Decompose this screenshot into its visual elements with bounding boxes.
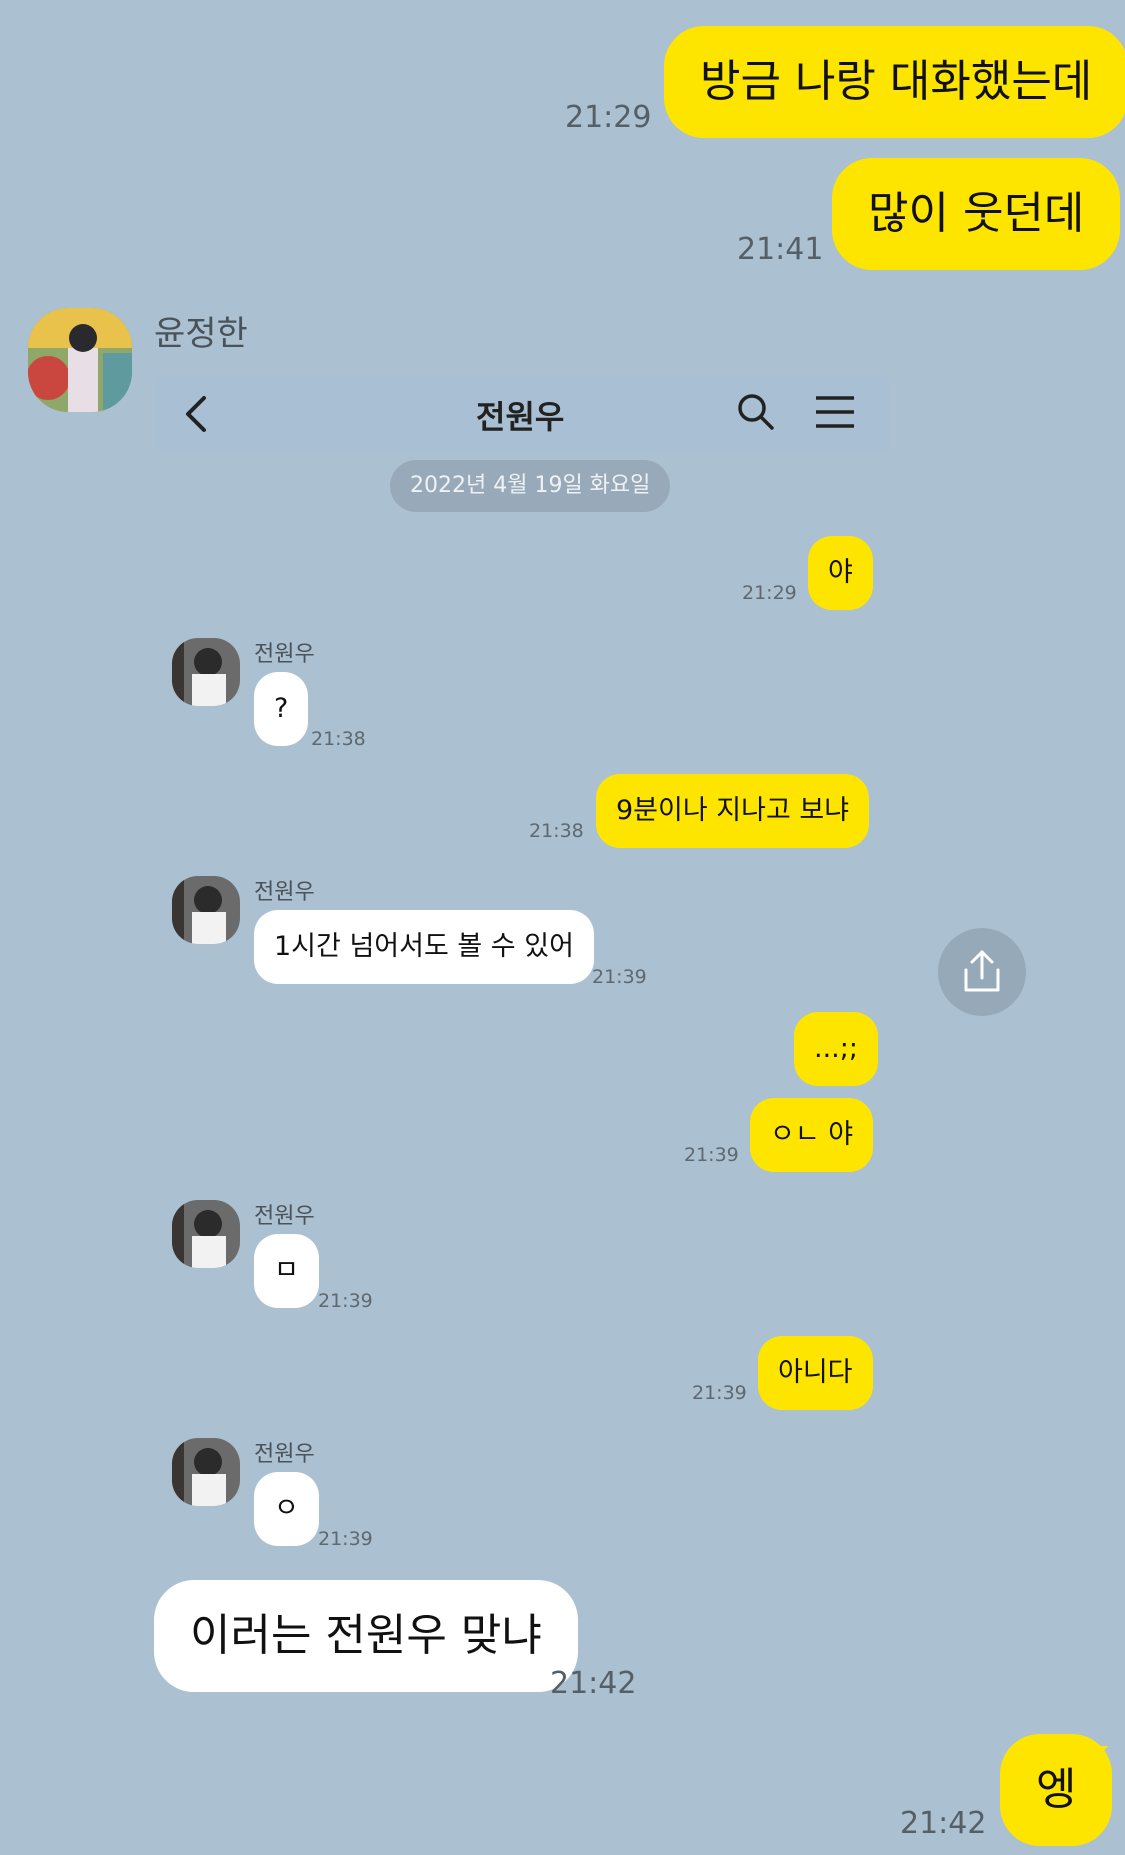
their-message-bubble[interactable]: ㅁ (254, 1234, 319, 1308)
my-message-bubble[interactable]: 야 (808, 536, 873, 610)
message-time: 21:29 (742, 582, 797, 604)
message-text: 방금 나랑 대화했는데 (700, 56, 1093, 107)
contact-avatar[interactable] (172, 876, 240, 944)
share-icon (962, 948, 1002, 998)
shared-screenshot[interactable]: 전원우 2022년 4월 19일 화요일 21:29 야 전원우 ? 21:38… (154, 376, 890, 1574)
my-message-bubble[interactable]: 아니다 (758, 1336, 873, 1410)
back-icon[interactable] (182, 394, 210, 438)
message-time: 21:38 (529, 820, 584, 842)
search-icon[interactable] (736, 392, 776, 436)
contact-avatar[interactable] (172, 1200, 240, 1268)
message-time: 21:41 (737, 232, 824, 267)
bubble-tail (1090, 170, 1108, 192)
message-time: 21:38 (311, 728, 366, 750)
menu-icon[interactable] (814, 394, 856, 434)
message-text: ? (274, 693, 289, 724)
sender-name: 윤정한 (154, 314, 248, 354)
their-message-bubble[interactable]: ㅇ (254, 1472, 319, 1546)
message-text: 야 (828, 557, 853, 588)
profile-avatar[interactable] (28, 308, 132, 412)
their-message-bubble[interactable]: ? (254, 672, 309, 746)
message-text: ...;; (814, 1033, 858, 1064)
message-text: 많이 웃던데 (868, 188, 1085, 239)
their-message-bubble[interactable]: 1시간 넘어서도 볼 수 있어 (254, 910, 594, 984)
contact-name: 전원우 (254, 880, 315, 905)
message-time: 21:42 (550, 1666, 637, 1701)
date-divider: 2022년 4월 19일 화요일 (390, 460, 671, 512)
message-text: 9분이나 지나고 보냐 (616, 795, 850, 826)
message-text: 이러는 전원우 맞냐 (190, 1610, 542, 1661)
contact-name: 전원우 (254, 642, 315, 667)
message-text: 1시간 넘어서도 볼 수 있어 (274, 931, 574, 962)
my-message-bubble[interactable]: 9분이나 지나고 보냐 (596, 774, 870, 848)
message-time: 21:29 (565, 100, 652, 135)
my-message-bubble[interactable]: 많이 웃던데 (832, 158, 1121, 270)
message-text: ㅇㄴ 야 (770, 1119, 854, 1150)
message-time: 21:39 (692, 1382, 747, 1404)
message-time: 21:39 (318, 1290, 373, 1312)
contact-name: 전원우 (254, 1204, 315, 1229)
bubble-tail (1090, 38, 1108, 60)
their-message-bubble[interactable]: 이러는 전원우 맞냐 (154, 1580, 578, 1692)
my-message-bubble[interactable]: ㅇㄴ 야 (750, 1098, 874, 1172)
contact-avatar[interactable] (172, 638, 240, 706)
message-time: 21:39 (592, 966, 647, 988)
message-time: 21:39 (318, 1528, 373, 1550)
message-text: 엥 (1036, 1764, 1077, 1815)
chat-title: 전원우 (476, 398, 565, 436)
contact-name: 전원우 (254, 1442, 315, 1467)
chat-header: 전원우 (154, 376, 890, 452)
bubble-tail (1090, 1746, 1108, 1768)
message-text: ㅇ (274, 1493, 299, 1524)
message-text: 아니다 (778, 1357, 853, 1388)
share-button[interactable] (938, 928, 1026, 1016)
my-message-bubble[interactable]: 방금 나랑 대화했는데 (664, 26, 1125, 138)
message-time: 21:39 (684, 1144, 739, 1166)
contact-avatar[interactable] (172, 1438, 240, 1506)
message-text: ㅁ (274, 1255, 299, 1286)
message-time: 21:42 (900, 1806, 987, 1841)
my-message-bubble[interactable]: ...;; (794, 1012, 878, 1086)
